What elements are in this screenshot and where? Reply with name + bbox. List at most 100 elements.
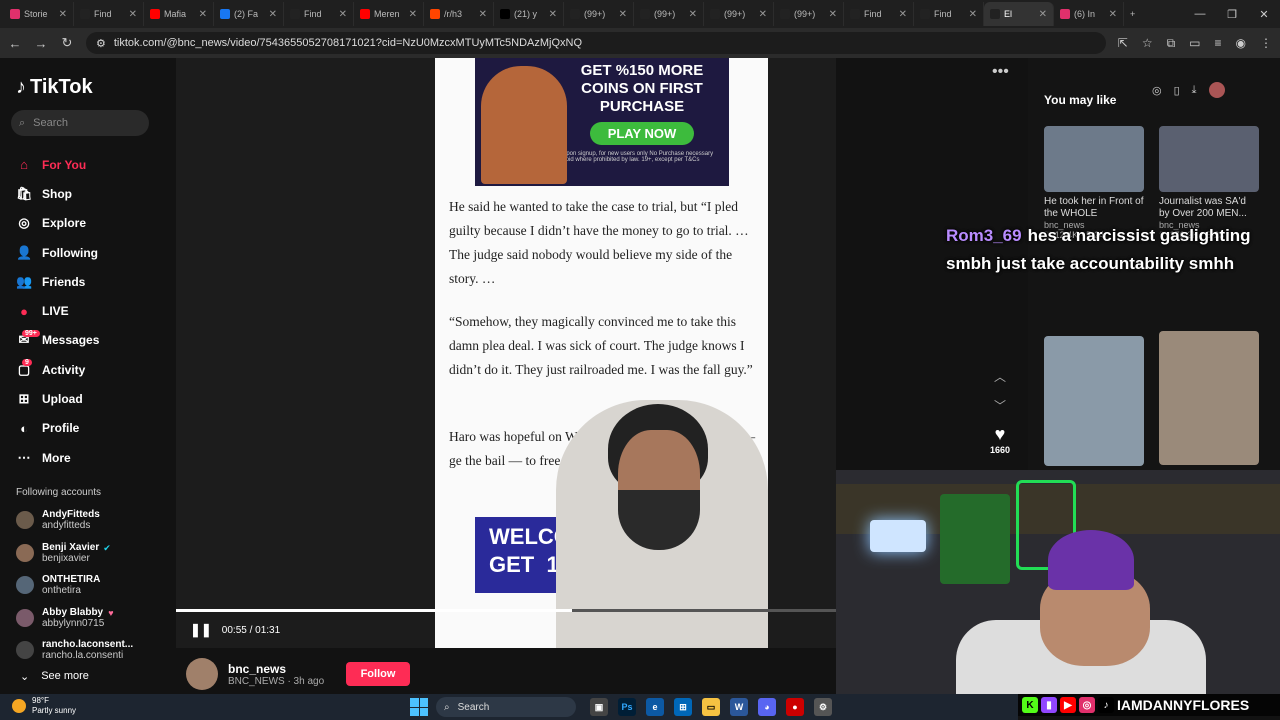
- browser-tab[interactable]: /r/h3 ✕: [424, 2, 494, 26]
- windows-start-icon[interactable]: [410, 698, 428, 716]
- browser-tab[interactable]: Meren ✕: [354, 2, 424, 26]
- user-avatar-icon[interactable]: [1208, 82, 1225, 98]
- following-account[interactable]: Benji Xavier benjixavier ✔: [16, 537, 133, 570]
- close-tab-icon[interactable]: ✕: [899, 9, 907, 20]
- browser-tab[interactable]: El ✕: [984, 2, 1054, 26]
- browser-tab[interactable]: (99+) ✕: [564, 2, 634, 26]
- install-icon[interactable]: ⇱: [1118, 36, 1128, 51]
- recommended-video[interactable]: [1159, 331, 1259, 465]
- close-tab-icon[interactable]: ✕: [199, 9, 207, 20]
- video-title[interactable]: Journalist was SA'd by Over 200 MEN...: [1159, 196, 1259, 220]
- following-account[interactable]: rancho.laconsent... rancho.la.consenti: [16, 634, 133, 667]
- video-thumbnail[interactable]: [1044, 336, 1144, 466]
- url-field[interactable]: ⚙ tiktok.com/@bnc_news/video/75436550527…: [86, 32, 1106, 54]
- nav-item-activity[interactable]: ▢ Activity 9: [16, 355, 99, 384]
- taskbar-search[interactable]: ⌕ Search: [436, 697, 576, 717]
- download-icon[interactable]: ⤓: [1192, 84, 1197, 97]
- avatar[interactable]: [16, 641, 34, 660]
- browser-tab[interactable]: Find ✕: [844, 2, 914, 26]
- reload-icon[interactable]: ↻: [60, 35, 74, 51]
- browser-tab[interactable]: (99+) ✕: [774, 2, 844, 26]
- recommended-video[interactable]: [1044, 336, 1144, 466]
- new-tab-button[interactable]: +: [1124, 2, 1150, 26]
- menu-icon[interactable]: ⋮: [1260, 36, 1272, 51]
- search-input[interactable]: ⌕ Search: [11, 110, 149, 136]
- close-tab-icon[interactable]: ✕: [129, 9, 137, 20]
- like-button[interactable]: ♥ 1660: [990, 424, 1010, 455]
- close-tab-icon[interactable]: ✕: [829, 9, 837, 20]
- video-author[interactable]: bnc_news BNC_NEWS · 3h ago: [186, 658, 324, 690]
- nav-item-profile[interactable]: ◐ Profile: [16, 414, 99, 443]
- close-tab-icon[interactable]: ✕: [1109, 9, 1117, 20]
- author-name[interactable]: bnc_news: [228, 662, 324, 676]
- nav-item-messages[interactable]: ✉ Messages 99+: [16, 326, 99, 355]
- site-info-icon[interactable]: ⚙: [96, 37, 106, 50]
- file-explorer-icon[interactable]: ▭: [702, 698, 720, 716]
- minimize-icon[interactable]: —: [1184, 0, 1216, 28]
- browser-tab[interactable]: (99+) ✕: [704, 2, 774, 26]
- tab-search-icon[interactable]: ≡: [1215, 36, 1222, 51]
- close-tab-icon[interactable]: ✕: [759, 9, 767, 20]
- photoshop-icon[interactable]: Ps: [618, 698, 636, 716]
- close-tab-icon[interactable]: ✕: [269, 9, 277, 20]
- author-avatar[interactable]: [186, 658, 218, 690]
- see-more-button[interactable]: ⌄ See more: [20, 670, 89, 683]
- close-window-icon[interactable]: ✕: [1248, 0, 1280, 28]
- word-icon[interactable]: W: [730, 698, 748, 716]
- device-icon[interactable]: ▯: [1174, 84, 1180, 97]
- more-options-icon[interactable]: •••: [992, 63, 1009, 81]
- browser-tab[interactable]: Storie ✕: [4, 2, 74, 26]
- following-account[interactable]: AndyFitteds andyfitteds: [16, 504, 133, 537]
- next-video-icon[interactable]: ﹀: [994, 397, 1006, 414]
- app-icon[interactable]: ●: [786, 698, 804, 716]
- close-tab-icon[interactable]: ✕: [549, 9, 557, 20]
- close-tab-icon[interactable]: ✕: [1039, 9, 1047, 20]
- nav-item-more[interactable]: ⋯ More: [16, 443, 99, 472]
- nav-item-explore[interactable]: ◎ Explore: [16, 209, 99, 238]
- video-progress-bar[interactable]: [176, 609, 836, 612]
- discord-icon[interactable]: ◕: [758, 698, 776, 716]
- video-thumbnail[interactable]: [1159, 331, 1259, 465]
- video-thumbnail[interactable]: [1044, 126, 1144, 192]
- close-tab-icon[interactable]: ✕: [969, 9, 977, 20]
- nav-item-for-you[interactable]: ⌂ For You: [16, 150, 99, 179]
- close-tab-icon[interactable]: ✕: [59, 9, 67, 20]
- following-account[interactable]: ONTHETIRA onthetira: [16, 569, 133, 602]
- coin-icon[interactable]: ◎: [1152, 84, 1162, 97]
- profile-avatar-icon[interactable]: ◉: [1236, 36, 1246, 51]
- store-icon[interactable]: ⊞: [674, 698, 692, 716]
- close-tab-icon[interactable]: ✕: [339, 9, 347, 20]
- forward-icon[interactable]: →: [34, 36, 48, 51]
- following-account[interactable]: Abby Blabby abbylynn0715 ♥: [16, 602, 133, 635]
- browser-tab[interactable]: (99+) ✕: [634, 2, 704, 26]
- edge-icon[interactable]: e: [646, 698, 664, 716]
- browser-tab[interactable]: Find ✕: [284, 2, 354, 26]
- nav-item-following[interactable]: 👤 Following: [16, 238, 99, 267]
- avatar[interactable]: [16, 543, 34, 562]
- extensions-icon[interactable]: ⧉: [1167, 36, 1176, 51]
- nav-item-friends[interactable]: 👥 Friends: [16, 267, 99, 296]
- browser-tab[interactable]: Find ✕: [914, 2, 984, 26]
- browser-tab[interactable]: Mafia ✕: [144, 2, 214, 26]
- close-tab-icon[interactable]: ✕: [409, 9, 417, 20]
- bookmark-star-icon[interactable]: ☆: [1142, 36, 1153, 51]
- back-icon[interactable]: ←: [8, 36, 22, 51]
- avatar[interactable]: [16, 608, 34, 627]
- previous-video-icon[interactable]: ︿: [994, 368, 1006, 385]
- video-title[interactable]: He took her in Front of the WHOLE: [1044, 196, 1144, 220]
- avatar[interactable]: [16, 576, 34, 595]
- close-tab-icon[interactable]: ✕: [479, 9, 487, 20]
- close-tab-icon[interactable]: ✕: [689, 9, 697, 20]
- nav-item-live[interactable]: ● LIVE: [16, 296, 99, 325]
- close-tab-icon[interactable]: ✕: [619, 9, 627, 20]
- pause-icon[interactable]: ❚❚: [190, 622, 212, 638]
- browser-tab[interactable]: Find ✕: [74, 2, 144, 26]
- maximize-icon[interactable]: ❐: [1216, 0, 1248, 28]
- sidebar-icon[interactable]: ▭: [1189, 36, 1200, 51]
- browser-tab[interactable]: (2) Fa ✕: [214, 2, 284, 26]
- nav-item-upload[interactable]: ⊞ Upload: [16, 384, 99, 413]
- browser-tab[interactable]: (21) y ✕: [494, 2, 564, 26]
- nav-item-shop[interactable]: 🛍 Shop: [16, 179, 99, 208]
- video-thumbnail[interactable]: [1159, 126, 1259, 192]
- task-view-icon[interactable]: ▣: [590, 698, 608, 716]
